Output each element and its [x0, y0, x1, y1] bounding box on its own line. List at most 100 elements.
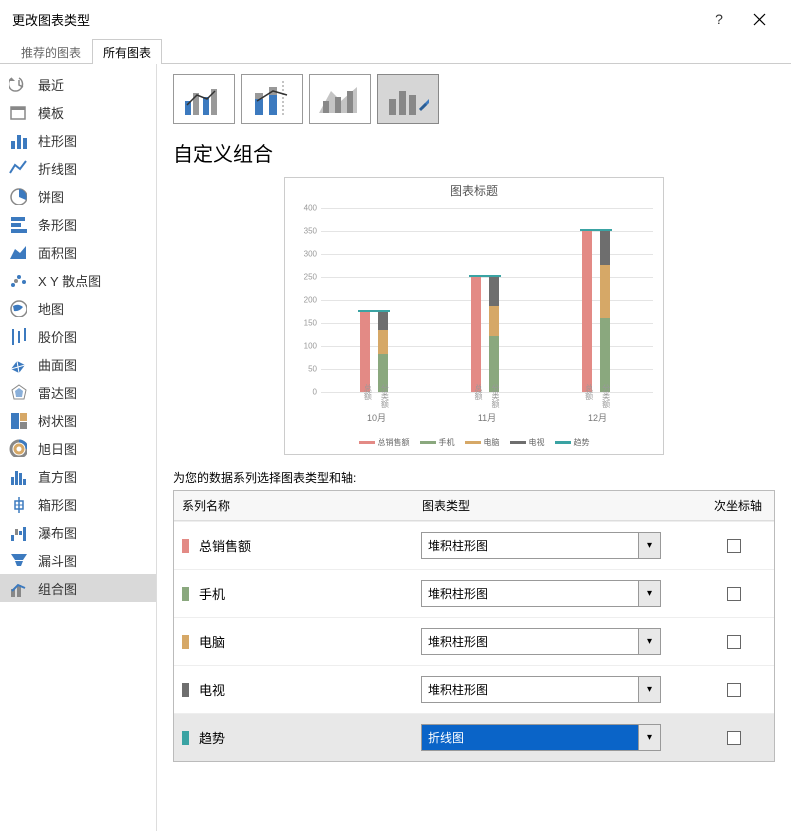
sidebar-item-map[interactable]: 地图 — [0, 294, 156, 322]
tab-recommended[interactable]: 推荐的图表 — [10, 39, 92, 64]
sidebar-item-treemap[interactable]: 树状图 — [0, 406, 156, 434]
secondary-axis-checkbox[interactable] — [727, 683, 741, 697]
series-type-value: 折线图 — [422, 725, 638, 750]
series-row[interactable]: 趋势折线图▾ — [174, 713, 774, 761]
series-row[interactable]: 电脑堆积柱形图▾ — [174, 617, 774, 665]
sidebar-item-waterfall[interactable]: 瀑布图 — [0, 518, 156, 546]
sidebar-item-bar[interactable]: 条形图 — [0, 210, 156, 238]
series-swatch — [182, 587, 189, 601]
plot-area: 050100150200250300350400 — [321, 208, 653, 392]
sidebar-item-area[interactable]: 面积图 — [0, 238, 156, 266]
y-tick-label: 300 — [293, 250, 317, 259]
main-panel: 自定义组合 图表标题 050100150200250300350400 总额分类… — [157, 64, 791, 831]
series-type-combo[interactable]: 堆积柱形图▾ — [421, 628, 661, 655]
box-icon — [8, 494, 28, 514]
x-categories: 10月11月12月 — [321, 411, 653, 424]
y-tick-label: 400 — [293, 204, 317, 213]
x-sub-label: 分类额 — [490, 384, 501, 408]
sidebar-item-radar[interactable]: 雷达图 — [0, 378, 156, 406]
combo-subtype-2[interactable] — [241, 74, 303, 124]
titlebar: 更改图表类型 ? — [0, 0, 791, 38]
template-icon — [8, 102, 28, 122]
tab-all[interactable]: 所有图表 — [92, 39, 162, 64]
sidebar-item-sunburst[interactable]: 旭日图 — [0, 434, 156, 462]
trend-marker — [358, 310, 390, 312]
bar-icon — [8, 214, 28, 234]
series-swatch — [182, 731, 189, 745]
treemap-icon — [8, 410, 28, 430]
sidebar-item-surface[interactable]: 曲面图 — [0, 350, 156, 378]
radar-icon — [8, 382, 28, 402]
combo-subtype-1[interactable] — [173, 74, 235, 124]
sidebar-item-label: 直方图 — [38, 467, 77, 486]
map-icon — [8, 298, 28, 318]
secondary-axis-checkbox[interactable] — [727, 539, 741, 553]
combo-subtype-3[interactable] — [309, 74, 371, 124]
sidebar-item-pie[interactable]: 饼图 — [0, 182, 156, 210]
sidebar-item-label: X Y 散点图 — [38, 271, 101, 290]
x-sub-label: 总额 — [473, 384, 484, 408]
sidebar-item-label: 面积图 — [38, 243, 77, 262]
chart-preview[interactable]: 图表标题 050100150200250300350400 总额分类额总额分类额… — [284, 177, 664, 455]
histogram-icon — [8, 466, 28, 486]
combo-icon — [8, 578, 28, 598]
sidebar-item-label: 旭日图 — [38, 439, 77, 458]
y-tick-label: 150 — [293, 319, 317, 328]
sidebar-item-histogram[interactable]: 直方图 — [0, 462, 156, 490]
secondary-axis-checkbox[interactable] — [727, 635, 741, 649]
series-name: 趋势 — [199, 728, 421, 747]
series-row[interactable]: 电视堆积柱形图▾ — [174, 665, 774, 713]
area-icon — [8, 242, 28, 262]
legend-label: 手机 — [439, 437, 455, 448]
series-row[interactable]: 手机堆积柱形图▾ — [174, 569, 774, 617]
sidebar-item-box[interactable]: 箱形图 — [0, 490, 156, 518]
legend-label: 电脑 — [484, 437, 500, 448]
scatter-icon — [8, 270, 28, 290]
series-type-combo[interactable]: 堆积柱形图▾ — [421, 532, 661, 559]
sidebar-item-template[interactable]: 模板 — [0, 98, 156, 126]
sidebar-item-scatter[interactable]: X Y 散点图 — [0, 266, 156, 294]
secondary-axis-checkbox[interactable] — [727, 731, 741, 745]
secondary-axis-checkbox[interactable] — [727, 587, 741, 601]
chevron-down-icon[interactable]: ▾ — [638, 677, 660, 702]
combo-subtype-custom[interactable] — [377, 74, 439, 124]
bar-stacked — [600, 231, 610, 392]
sidebar-item-label: 条形图 — [38, 215, 77, 234]
chevron-down-icon[interactable]: ▾ — [638, 533, 660, 558]
x-category-label: 10月 — [367, 411, 386, 424]
sidebar-item-label: 股价图 — [38, 327, 77, 346]
sidebar-item-line[interactable]: 折线图 — [0, 154, 156, 182]
series-type-combo[interactable]: 折线图▾ — [421, 724, 661, 751]
sidebar-item-recent[interactable]: 最近 — [0, 70, 156, 98]
sidebar-item-label: 箱形图 — [38, 495, 77, 514]
sidebar-item-stock[interactable]: 股价图 — [0, 322, 156, 350]
sidebar-item-label: 地图 — [38, 299, 64, 318]
series-type-value: 堆积柱形图 — [422, 533, 638, 558]
series-type-combo[interactable]: 堆积柱形图▾ — [421, 580, 661, 607]
help-button[interactable]: ? — [699, 8, 739, 30]
series-type-value: 堆积柱形图 — [422, 581, 638, 606]
sidebar-item-funnel[interactable]: 漏斗图 — [0, 546, 156, 574]
bar-total — [360, 312, 370, 393]
sidebar-item-label: 饼图 — [38, 187, 64, 206]
tab-strip: 推荐的图表 所有图表 — [0, 38, 791, 64]
legend-item: 电视 — [510, 437, 545, 448]
y-tick-label: 200 — [293, 296, 317, 305]
close-button[interactable] — [739, 8, 779, 30]
sidebar-item-combo[interactable]: 组合图 — [0, 574, 156, 602]
sidebar-item-column[interactable]: 柱形图 — [0, 126, 156, 154]
chevron-down-icon[interactable]: ▾ — [638, 629, 660, 654]
series-row[interactable]: 总销售额堆积柱形图▾ — [174, 521, 774, 569]
legend-item: 手机 — [420, 437, 455, 448]
series-name: 电视 — [199, 680, 421, 699]
clustered-combo-icon — [181, 81, 227, 117]
header-axis: 次坐标轴 — [702, 491, 774, 520]
sidebar-item-label: 组合图 — [38, 579, 77, 598]
x-sub-labels: 总额分类额总额分类额总额分类额 — [321, 384, 653, 408]
chevron-down-icon[interactable]: ▾ — [638, 725, 660, 750]
chevron-down-icon[interactable]: ▾ — [638, 581, 660, 606]
sidebar: 最近模板柱形图折线图饼图条形图面积图 X Y 散点图地图股价图曲面图雷达图树状图旭… — [0, 64, 157, 831]
window-title: 更改图表类型 — [12, 10, 699, 29]
trend-marker — [469, 275, 501, 277]
series-type-combo[interactable]: 堆积柱形图▾ — [421, 676, 661, 703]
